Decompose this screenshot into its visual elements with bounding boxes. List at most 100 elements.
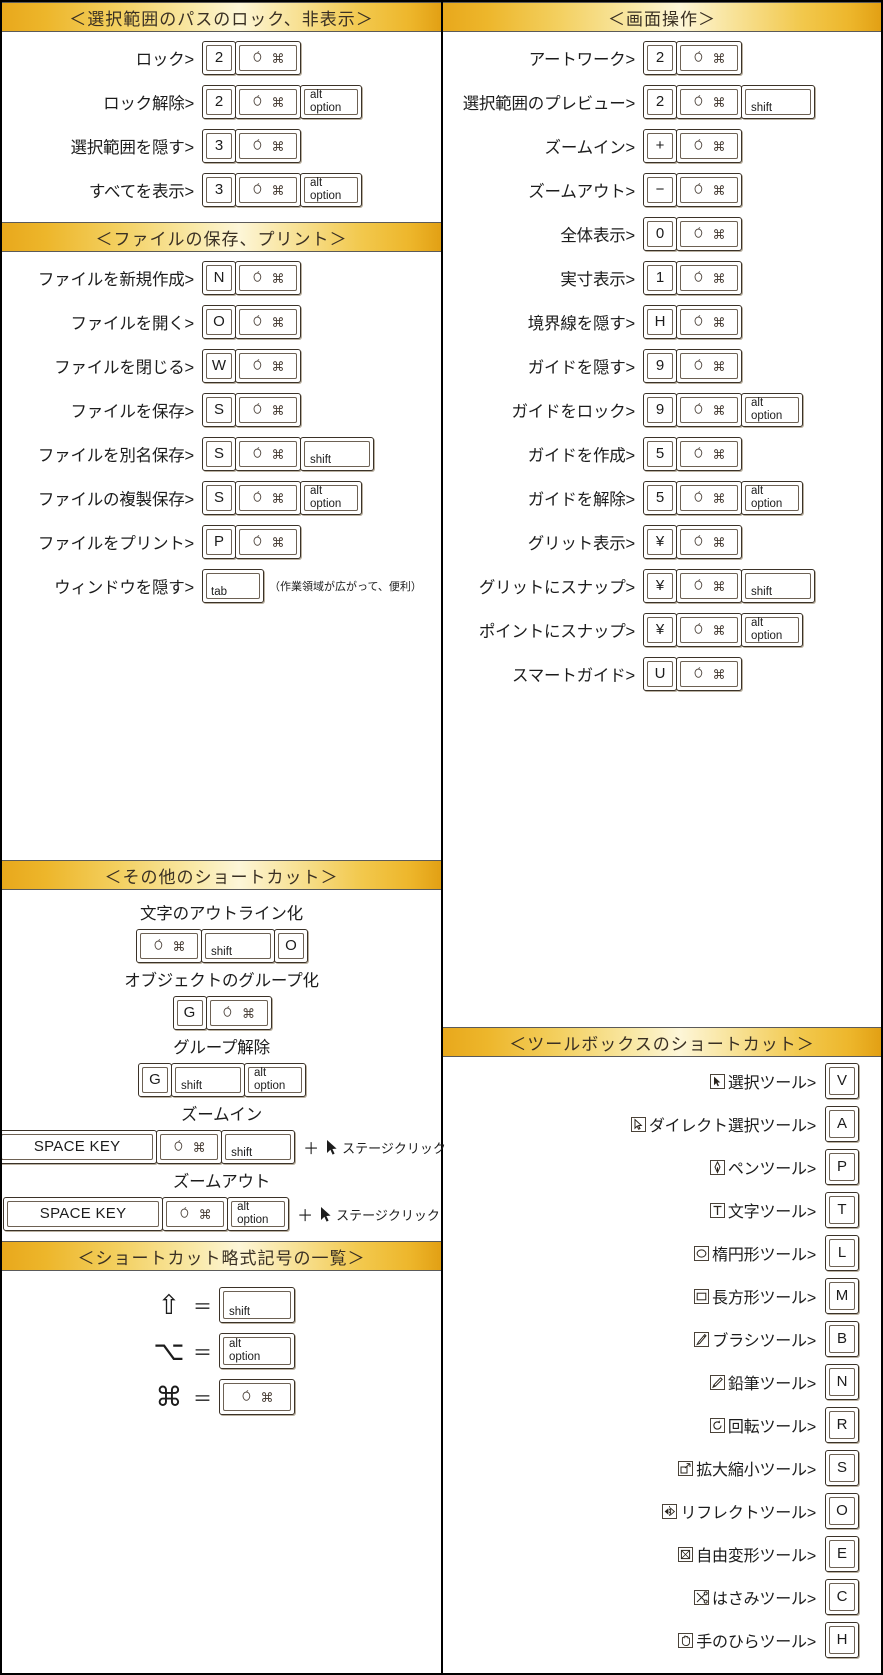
apple-icon <box>252 271 263 285</box>
keycap-space[interactable]: SPACE KEY <box>2 1130 158 1164</box>
keycap-command[interactable]: ⌘ <box>676 393 742 427</box>
keycap-W[interactable]: W <box>202 349 236 383</box>
keycap-¥[interactable]: ¥ <box>643 613 677 647</box>
keycap-S[interactable]: S <box>202 393 236 427</box>
keycap-shift[interactable]: shift <box>221 1130 296 1164</box>
keycap-R[interactable]: R <box>825 1407 859 1443</box>
keycap-S[interactable]: S <box>202 437 236 471</box>
keycap-B[interactable]: B <box>825 1321 859 1357</box>
keycap-tab[interactable]: tab <box>202 569 264 603</box>
keycap-L[interactable]: L <box>825 1235 859 1271</box>
keycap-9[interactable]: 9 <box>643 349 677 383</box>
keycap-command[interactable]: ⌘ <box>219 1379 295 1415</box>
keycap-alt-option[interactable]: alt option <box>741 613 803 647</box>
keycap-command[interactable]: ⌘ <box>676 41 742 75</box>
keycap-alt-option[interactable]: alt option <box>741 481 803 515</box>
keycap-label: 2 <box>214 49 224 67</box>
keycap-space[interactable]: SPACE KEY <box>3 1197 164 1231</box>
keycap-command[interactable]: ⌘ <box>235 349 301 383</box>
keycap-command[interactable]: ⌘ <box>235 393 301 427</box>
keycap-S[interactable]: S <box>825 1450 859 1486</box>
keycap-command[interactable]: ⌘ <box>235 129 301 163</box>
keycap-command[interactable]: ⌘ <box>676 305 742 339</box>
keycap-shift[interactable]: shift <box>219 1287 295 1323</box>
keycap-alt-option[interactable]: alt option <box>300 481 362 515</box>
keycap-2[interactable]: 2 <box>643 85 677 119</box>
keycap-C[interactable]: C <box>825 1579 859 1615</box>
keycap-alt-option[interactable]: alt option <box>227 1197 290 1231</box>
keycap-alt-option[interactable]: alt option <box>300 85 362 119</box>
keycap-command[interactable]: ⌘ <box>136 929 202 963</box>
keycap-alt-option[interactable]: alt option <box>219 1333 295 1369</box>
keycap-+[interactable]: + <box>643 129 677 163</box>
keycap-E[interactable]: E <box>825 1536 859 1572</box>
keycap-shift[interactable]: shift <box>171 1063 245 1097</box>
keycap-O[interactable]: O <box>202 305 236 339</box>
keycap-0[interactable]: 0 <box>643 217 677 251</box>
keycap-P[interactable]: P <box>202 525 236 559</box>
keycap-command[interactable]: ⌘ <box>235 437 301 471</box>
keycap-command[interactable]: ⌘ <box>235 41 301 75</box>
keycap-9[interactable]: 9 <box>643 393 677 427</box>
command-glyph-icon: ⌘ <box>271 446 285 462</box>
keycap-command[interactable]: ⌘ <box>205 996 272 1030</box>
keycap-command[interactable]: ⌘ <box>162 1197 229 1231</box>
keycap-¥[interactable]: ¥ <box>643 569 677 603</box>
command-glyph-icon: ⌘ <box>712 314 726 330</box>
keycap-command[interactable]: ⌘ <box>676 613 742 647</box>
keycap-5[interactable]: 5 <box>643 481 677 515</box>
keycap-shift[interactable]: shift <box>741 569 815 603</box>
keycap-3[interactable]: 3 <box>202 173 236 207</box>
keycap-O[interactable]: O <box>825 1493 859 1529</box>
keycap-command[interactable]: ⌘ <box>676 437 742 471</box>
keycap-N[interactable]: N <box>202 261 236 295</box>
keycap-U[interactable]: U <box>643 657 677 691</box>
keycap-H[interactable]: H <box>643 305 677 339</box>
keycap-O[interactable]: O <box>274 929 308 963</box>
keycap-3[interactable]: 3 <box>202 129 236 163</box>
keycap-command[interactable]: ⌘ <box>676 525 742 559</box>
keycap-¥[interactable]: ¥ <box>643 525 677 559</box>
keycap-command[interactable]: ⌘ <box>235 305 301 339</box>
keycap-alt-option[interactable]: alt option <box>244 1063 306 1097</box>
keycap-2[interactable]: 2 <box>202 85 236 119</box>
keycap-−[interactable]: − <box>643 173 677 207</box>
keycap-5[interactable]: 5 <box>643 437 677 471</box>
keycap-V[interactable]: V <box>825 1063 859 1099</box>
keycap-G[interactable]: G <box>172 996 207 1030</box>
keycap-1[interactable]: 1 <box>643 261 677 295</box>
keycap-A[interactable]: A <box>825 1106 859 1142</box>
keycap-command[interactable]: ⌘ <box>676 217 742 251</box>
keycap-label: G <box>183 1004 196 1022</box>
keycap-command[interactable]: ⌘ <box>235 481 301 515</box>
keycap-command[interactable]: ⌘ <box>676 481 742 515</box>
keycap-command[interactable]: ⌘ <box>676 129 742 163</box>
keycap-command[interactable]: ⌘ <box>676 657 742 691</box>
keycap-command[interactable]: ⌘ <box>676 261 742 295</box>
keycap-2[interactable]: 2 <box>202 41 236 75</box>
keycap-command[interactable]: ⌘ <box>235 85 301 119</box>
keycap-command[interactable]: ⌘ <box>235 525 301 559</box>
keycap-command[interactable]: ⌘ <box>676 569 742 603</box>
keycap-G[interactable]: G <box>138 1063 172 1097</box>
keycap-S[interactable]: S <box>202 481 236 515</box>
toolbox-row: 楕円形ツール> L <box>443 1235 881 1271</box>
keycap-shift[interactable]: shift <box>201 929 275 963</box>
keycap-command[interactable]: ⌘ <box>676 85 742 119</box>
keycap-command[interactable]: ⌘ <box>676 349 742 383</box>
keycap-command[interactable]: ⌘ <box>235 261 301 295</box>
keycap-T[interactable]: T <box>825 1192 859 1228</box>
keycap-command[interactable]: ⌘ <box>156 1130 223 1164</box>
keycap-shift[interactable]: shift <box>300 437 374 471</box>
keycap-M[interactable]: M <box>825 1278 859 1314</box>
keycap-command[interactable]: ⌘ <box>676 173 742 207</box>
keycap-2[interactable]: 2 <box>643 41 677 75</box>
keycap-shift[interactable]: shift <box>741 85 815 119</box>
keycap-command[interactable]: ⌘ <box>235 173 301 207</box>
keycap-N[interactable]: N <box>825 1364 859 1400</box>
keycap-alt-option[interactable]: alt option <box>741 393 803 427</box>
keycap-alt-option[interactable]: alt option <box>300 173 362 207</box>
shortcut-keys: Gshift alt option <box>2 1063 441 1097</box>
keycap-H[interactable]: H <box>825 1622 859 1658</box>
keycap-P[interactable]: P <box>825 1149 859 1185</box>
